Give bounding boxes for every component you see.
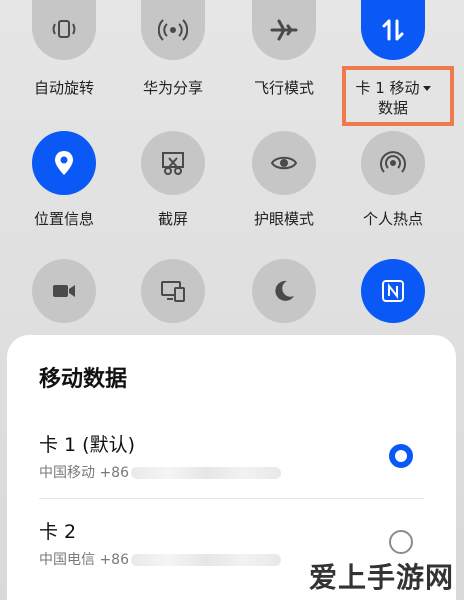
tile-label: 飞行模式 <box>253 79 314 97</box>
highlight-box <box>342 66 454 126</box>
tile-label: 护眼模式 <box>253 210 314 228</box>
tile-auto-rotate[interactable]: 自动旋转 <box>9 0 119 98</box>
sim1-subtitle-text: 中国移动 +86 <box>39 465 129 481</box>
sim2-radio[interactable] <box>389 530 413 554</box>
screenshot-scissors-icon <box>162 152 184 175</box>
tile-location[interactable]: 位置信息 <box>9 131 119 229</box>
redacted-number <box>131 467 281 479</box>
nfc-icon <box>382 280 404 302</box>
tile-dark-mode[interactable] <box>229 259 339 323</box>
redacted-number <box>131 554 281 566</box>
tile-label: 位置信息 <box>33 210 94 228</box>
moon-icon <box>275 280 294 301</box>
sim1-radio[interactable] <box>389 444 413 468</box>
eye-icon <box>270 156 298 170</box>
watermark: 爱上手游网 <box>308 561 454 594</box>
mobile-data-button[interactable] <box>361 0 425 60</box>
tile-screenshot[interactable]: 截屏 <box>118 131 228 229</box>
hotspot-button[interactable] <box>361 131 425 195</box>
huawei-share-button[interactable] <box>141 0 205 60</box>
mobile-data-icon <box>382 19 404 41</box>
sim2-title[interactable]: 卡 2 <box>39 517 76 544</box>
multi-screen-icon <box>161 281 185 302</box>
tile-label: 个人热点 <box>362 210 423 228</box>
tile-nfc[interactable] <box>338 259 448 323</box>
tile-label: 截屏 <box>157 210 188 228</box>
sim2-subtitle: 中国电信 +86 <box>39 549 281 569</box>
tile-label: 华为分享 <box>142 79 203 97</box>
tile-airplane-mode[interactable]: 飞行模式 <box>229 0 339 98</box>
location-button[interactable] <box>32 131 96 195</box>
airplane-icon <box>270 19 298 41</box>
tile-label: 自动旋转 <box>33 79 94 97</box>
airplane-mode-button[interactable] <box>252 0 316 60</box>
dark-mode-button[interactable] <box>252 259 316 323</box>
hotspot-icon <box>380 151 406 173</box>
nfc-button[interactable] <box>361 259 425 323</box>
tile-multi-screen[interactable] <box>118 259 228 323</box>
share-signal-icon <box>158 19 188 41</box>
screenshot-button[interactable] <box>141 131 205 195</box>
tile-hotspot[interactable]: 个人热点 <box>338 131 448 229</box>
multi-screen-button[interactable] <box>141 259 205 323</box>
tile-video[interactable] <box>9 259 119 323</box>
sim1-title[interactable]: 卡 1 (默认) <box>39 430 135 457</box>
auto-rotate-button[interactable] <box>32 0 96 60</box>
location-pin-icon <box>55 151 73 175</box>
sim2-subtitle-text: 中国电信 +86 <box>39 552 129 568</box>
sheet-title: 移动数据 <box>39 367 128 392</box>
tile-eye-comfort[interactable]: 护眼模式 <box>229 131 339 229</box>
divider <box>39 498 424 499</box>
tile-huawei-share[interactable]: 华为分享 <box>118 0 228 98</box>
video-camera-icon <box>53 285 75 297</box>
rotate-lock-icon <box>52 20 76 38</box>
video-button[interactable] <box>32 259 96 323</box>
eye-comfort-button[interactable] <box>252 131 316 195</box>
sim1-subtitle: 中国移动 +86 <box>39 462 281 482</box>
